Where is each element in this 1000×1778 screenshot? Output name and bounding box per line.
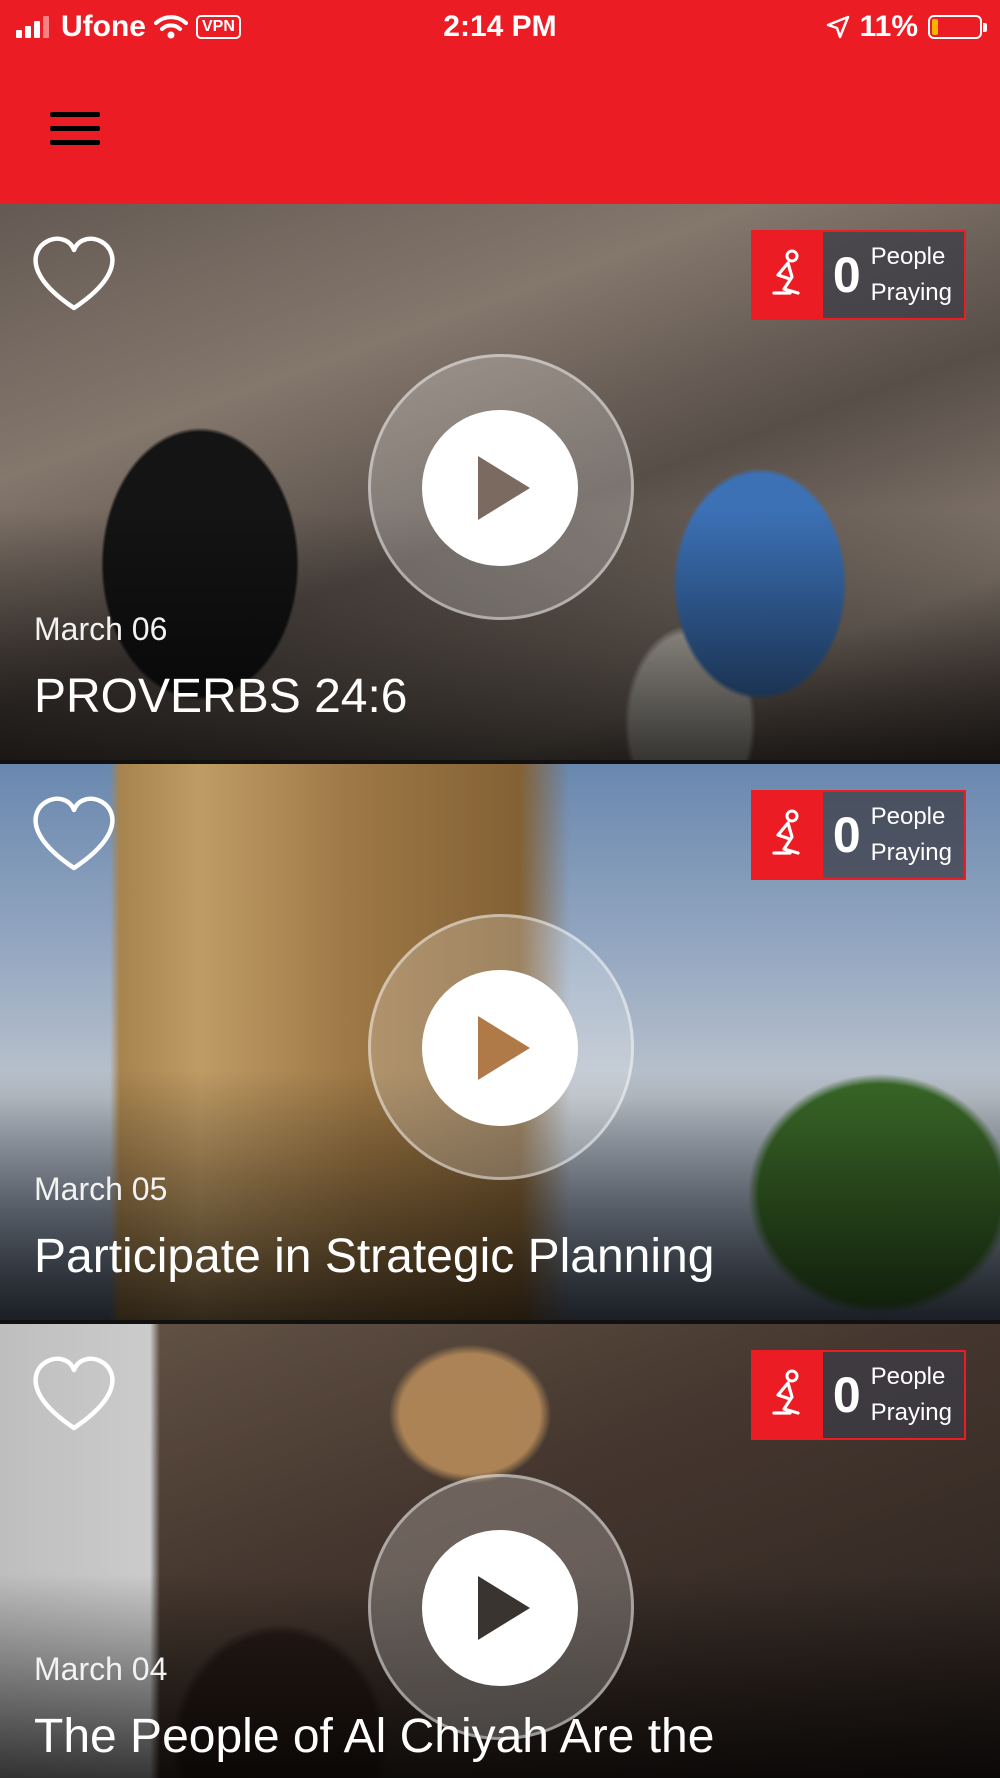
card-title[interactable]: PROVERBS 24:6 <box>34 669 408 724</box>
praying-label-people: People <box>870 803 946 830</box>
status-bar: Ufone VPN 2:14 PM 11% <box>0 0 1000 58</box>
praying-count: 0 <box>832 1367 861 1423</box>
praying-person-icon <box>772 1369 800 1415</box>
battery-icon <box>928 15 987 39</box>
people-praying-badge[interactable]: 0 People Praying <box>750 790 966 880</box>
heart-icon[interactable] <box>30 794 118 874</box>
praying-person-icon <box>772 809 800 855</box>
praying-label-people: People <box>870 243 946 270</box>
praying-person-icon <box>772 249 800 295</box>
card-date: March 06 <box>34 611 168 647</box>
play-icon <box>478 1016 530 1080</box>
status-right: 11% <box>826 10 987 44</box>
card-date: March 05 <box>34 1171 168 1207</box>
people-praying-badge[interactable]: 0 People Praying <box>750 230 966 320</box>
praying-label-praying: Praying <box>870 839 952 866</box>
praying-label-people: People <box>870 1363 946 1390</box>
hamburger-menu-icon[interactable] <box>50 110 100 148</box>
heart-icon[interactable] <box>30 1354 118 1434</box>
card-title[interactable]: The People of Al Chiyah Are the <box>34 1709 714 1764</box>
play-icon <box>478 1576 530 1640</box>
card-title[interactable]: Participate in Strategic Planning <box>34 1229 714 1284</box>
battery-percentage: 11% <box>859 10 918 43</box>
heart-icon[interactable] <box>30 234 118 314</box>
app-bar <box>0 58 1000 204</box>
prayer-card[interactable]: 0 People Praying March 05 Participate in… <box>0 764 1000 1320</box>
location-arrow-icon <box>826 15 849 39</box>
praying-count: 0 <box>832 807 861 863</box>
play-button[interactable] <box>422 1530 578 1686</box>
card-date: March 04 <box>34 1651 168 1687</box>
people-praying-badge[interactable]: 0 People Praying <box>750 1350 966 1440</box>
praying-label-praying: Praying <box>870 279 952 306</box>
play-button[interactable] <box>422 970 578 1126</box>
prayer-card[interactable]: 0 People Praying March 06 PROVERBS 24:6 <box>0 204 1000 760</box>
play-button[interactable] <box>422 410 578 566</box>
praying-label-praying: Praying <box>870 1399 952 1426</box>
play-icon <box>478 456 530 520</box>
praying-count: 0 <box>832 247 861 303</box>
prayer-card[interactable]: 0 People Praying March 04 The People of … <box>0 1324 1000 1778</box>
